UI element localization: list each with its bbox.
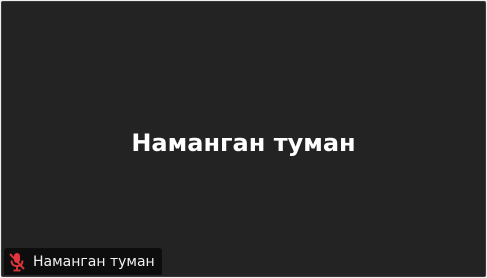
microphone-muted-icon — [9, 252, 25, 271]
participant-display-name: Наманган туман — [131, 129, 356, 157]
participant-name-tag: Наманган туман — [4, 248, 162, 275]
participant-name-label: Наманган туман — [33, 253, 155, 270]
participant-video-tile[interactable]: Наманган туман Наманган туман — [1, 1, 486, 277]
